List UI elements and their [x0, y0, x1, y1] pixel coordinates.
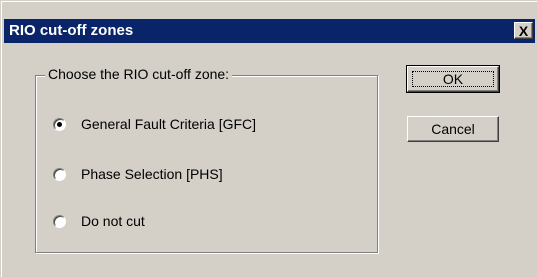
dialog-title: RIO cut-off zones	[9, 22, 134, 39]
radio-label-gfc[interactable]: General Fault Criteria [GFC]	[81, 115, 256, 133]
groupbox-legend: Choose the RIO cut-off zone:	[45, 65, 233, 83]
cancel-button-label: Cancel	[431, 121, 475, 137]
cancel-button[interactable]: Cancel	[407, 116, 499, 142]
radio-option-do-not-cut[interactable]: Do not cut	[53, 211, 145, 231]
radio-button-gfc[interactable]	[53, 117, 66, 131]
ok-button-label: OK	[442, 71, 464, 87]
radio-label-phs[interactable]: Phase Selection [PHS]	[81, 165, 223, 183]
dialog-window: RIO cut-off zones X Choose the RIO cut-o…	[0, 0, 537, 277]
radio-option-gfc[interactable]: General Fault Criteria [GFC]	[53, 114, 256, 134]
radio-option-phs[interactable]: Phase Selection [PHS]	[53, 164, 223, 184]
close-button[interactable]: X	[514, 22, 533, 39]
radio-button-phs[interactable]	[53, 167, 66, 181]
ok-button[interactable]: OK	[406, 65, 500, 93]
radio-button-do-not-cut[interactable]	[53, 214, 66, 228]
title-bar[interactable]: RIO cut-off zones X	[4, 19, 535, 43]
radio-label-do-not-cut[interactable]: Do not cut	[81, 212, 145, 230]
close-icon: X	[518, 22, 529, 39]
